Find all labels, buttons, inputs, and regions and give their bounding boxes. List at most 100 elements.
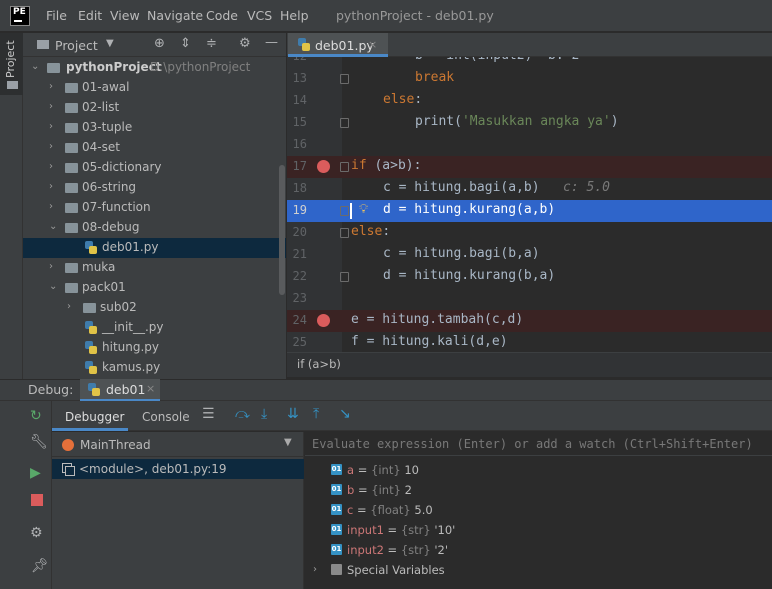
tree-row[interactable]: __init__.py (23, 318, 286, 338)
step-into-my-code-icon[interactable]: ⇊ (287, 406, 299, 422)
menu-vcs[interactable]: VCS (247, 8, 272, 23)
fold-marker-icon[interactable] (340, 74, 349, 84)
step-over-icon[interactable]: ⤼ (235, 406, 250, 422)
collapse-all-icon[interactable]: ≑ (206, 36, 217, 51)
frame-label: <module>, deb01.py:19 (79, 462, 227, 476)
hide-panel-icon[interactable]: — (265, 35, 278, 50)
tree-row[interactable]: › 03-tuple (23, 118, 286, 138)
tree-row[interactable]: ⌄ pack01 (23, 278, 286, 298)
fold-marker-icon[interactable] (340, 162, 349, 172)
tree-row[interactable]: › sub02 (23, 298, 286, 318)
lightbulb-icon[interactable]: 💡︎ (359, 202, 368, 217)
tree-row[interactable]: › muka (23, 258, 286, 278)
project-view-selector[interactable]: Project (55, 38, 98, 53)
code-line[interactable]: 21 c = hitung.bagi(b,a) (287, 244, 772, 266)
gear-icon[interactable]: ⚙ (239, 36, 251, 51)
folder-icon (83, 303, 96, 313)
tree-row[interactable]: › 07-function (23, 198, 286, 218)
breadcrumb-item[interactable]: if (a>b) (297, 357, 341, 371)
variable-row[interactable]: 01 input1 = {str} '10' (305, 520, 772, 540)
run-to-cursor-icon[interactable]: ↘ (339, 406, 351, 422)
variable-equals: = (383, 543, 401, 557)
rerun-icon[interactable]: ↻ (30, 408, 42, 424)
variable-name: input2 (347, 543, 384, 557)
project-scrollbar[interactable] (279, 165, 285, 295)
chevron-down-icon[interactable]: ▼ (284, 437, 292, 448)
chevron-down-icon[interactable]: ▼ (106, 38, 114, 49)
menu-view[interactable]: View (110, 8, 140, 23)
chevron-right-icon[interactable]: › (49, 121, 53, 132)
code-line[interactable]: 17 if (a>b): (287, 156, 772, 178)
variable-row[interactable]: 01 input2 = {str} '2' (305, 540, 772, 560)
tree-root-row[interactable]: ⌄ pythonProject D:\pythonProject (23, 58, 286, 78)
code-line[interactable]: 22 d = hitung.kurang(b,a) (287, 266, 772, 288)
close-icon[interactable]: × (368, 38, 377, 51)
code-line[interactable]: 16 (287, 134, 772, 156)
code-line[interactable]: 20 else: (287, 222, 772, 244)
fold-marker-icon[interactable] (340, 228, 349, 238)
chevron-down-icon[interactable]: ⌄ (49, 281, 57, 292)
tree-row[interactable]: ⌄ 08-debug (23, 218, 286, 238)
variable-row[interactable]: 01 a = {int} 10 (305, 460, 772, 480)
chevron-right-icon[interactable]: › (49, 201, 53, 212)
fold-marker-icon[interactable] (340, 206, 349, 216)
tree-row[interactable]: › 01-awal (23, 78, 286, 98)
variable-row[interactable]: 01 c = {float} 5.0 (305, 500, 772, 520)
menu-file[interactable]: File (46, 8, 67, 23)
fold-marker-icon[interactable] (340, 272, 349, 282)
chevron-right-icon[interactable]: › (49, 161, 53, 172)
code-line[interactable]: 13 break (287, 68, 772, 90)
variable-text: a = {int} 10 (347, 463, 419, 477)
code-token: : (414, 92, 423, 107)
python-file-icon (85, 361, 97, 375)
chevron-right-icon[interactable]: › (49, 141, 53, 152)
code-line[interactable]: 23 (287, 288, 772, 310)
tree-row[interactable]: › 05-dictionary (23, 158, 286, 178)
tree-row[interactable]: › 06-string (23, 178, 286, 198)
code-line[interactable]: 15 print('Masukkan angka ya') (287, 112, 772, 134)
chevron-right-icon[interactable]: › (313, 564, 317, 575)
chevron-right-icon[interactable]: › (49, 101, 53, 112)
code-line[interactable]: 18 c = hitung.bagi(a,b) c: 5.0 (287, 178, 772, 200)
tree-row[interactable]: › 02-list (23, 98, 286, 118)
code-line[interactable]: 14 else: (287, 90, 772, 112)
special-variables-row[interactable]: › Special Variables (305, 560, 772, 580)
stop-icon[interactable] (31, 494, 43, 506)
code-text: d = hitung.kurang(b,a) (383, 268, 555, 283)
wrench-icon[interactable]: 🔧︎ (30, 434, 48, 450)
chevron-right-icon[interactable]: › (67, 301, 71, 312)
menu-navigate[interactable]: Navigate (147, 8, 203, 23)
locate-file-icon[interactable]: ⊕ (154, 36, 165, 51)
resume-icon[interactable]: ▶ (30, 465, 41, 481)
chevron-right-icon[interactable]: › (49, 181, 53, 192)
breakpoint-icon[interactable] (317, 314, 330, 327)
menu-code[interactable]: Code (206, 8, 238, 23)
close-icon[interactable]: × (146, 382, 155, 395)
code-line[interactable]: 19 💡︎ d = hitung.kurang(a,b) (287, 200, 772, 222)
pycharm-logo-icon: PE (10, 6, 30, 26)
evaluate-expression-input[interactable] (305, 432, 772, 456)
code-line[interactable]: 25 f = hitung.kali(d,e) (287, 332, 772, 354)
code-line[interactable]: 24 e = hitung.tambah(c,d) (287, 310, 772, 332)
line-number: 20 (292, 225, 307, 239)
step-into-icon[interactable]: ⤓ (261, 406, 267, 422)
chevron-down-icon[interactable]: ⌄ (49, 221, 57, 232)
variable-row[interactable]: 01 b = {int} 2 (305, 480, 772, 500)
expand-all-icon[interactable]: ⇕ (180, 36, 191, 51)
step-out-icon[interactable]: ⤒ (313, 406, 319, 422)
chevron-down-icon[interactable]: ⌄ (31, 61, 39, 72)
menu-edit[interactable]: Edit (78, 8, 102, 23)
gear-icon[interactable]: ⚙ (30, 525, 43, 541)
chevron-right-icon[interactable]: › (49, 261, 53, 272)
menu-lines-icon[interactable]: ☰ (202, 406, 215, 422)
chevron-right-icon[interactable]: › (49, 81, 53, 92)
breakpoint-icon[interactable] (317, 160, 330, 173)
tree-row[interactable]: kamus.py (23, 358, 286, 378)
menu-help[interactable]: Help (280, 8, 309, 23)
tree-row[interactable]: › 04-set (23, 138, 286, 158)
tree-row[interactable]: deb01.py (23, 238, 286, 258)
pin-icon[interactable]: 📌︎ (31, 558, 49, 574)
fold-marker-icon[interactable] (340, 118, 349, 128)
tab-console[interactable]: Console (142, 410, 190, 424)
tree-row[interactable]: hitung.py (23, 338, 286, 358)
